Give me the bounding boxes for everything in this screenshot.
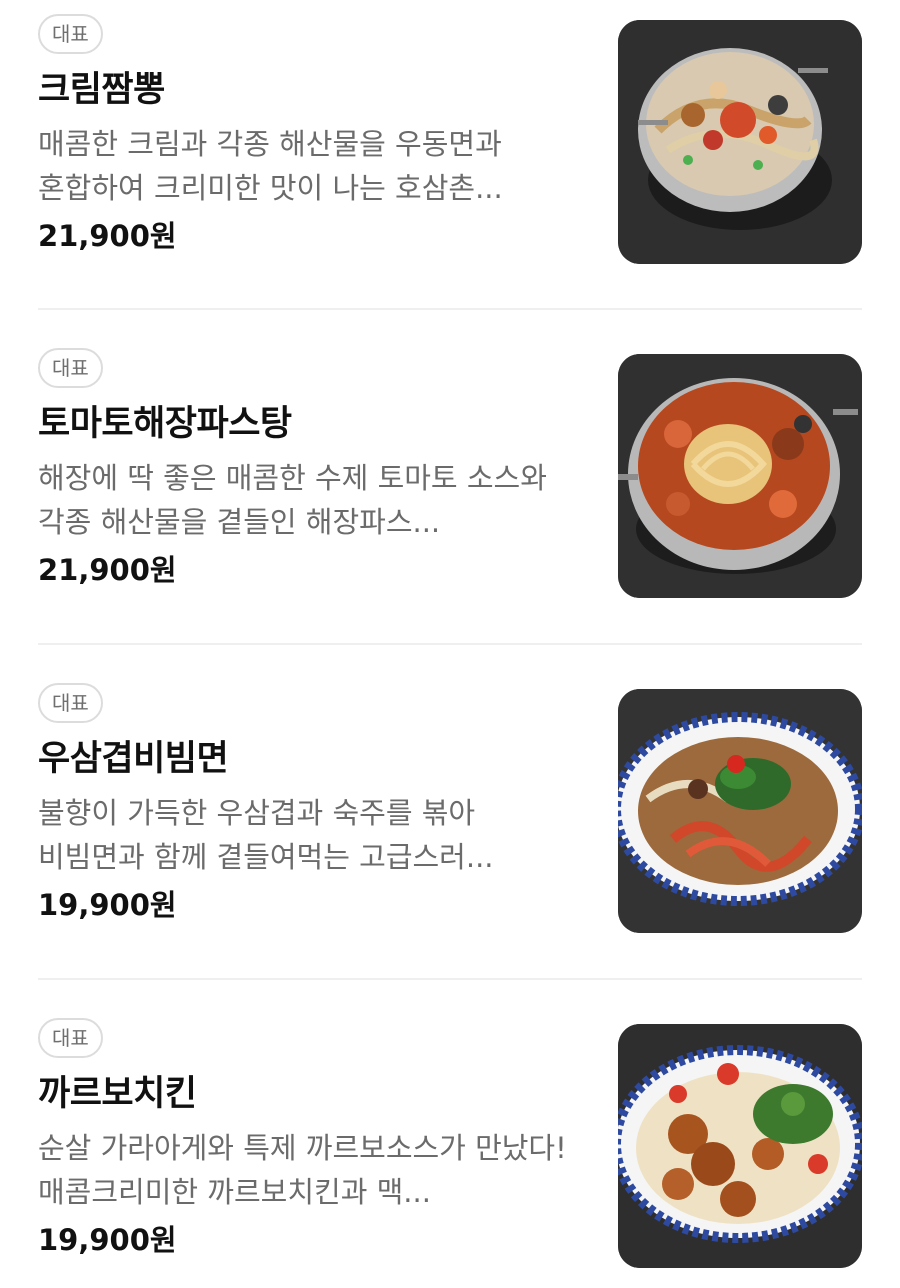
menu-item-price: 21,900원 bbox=[38, 553, 177, 587]
menu-item-price: 19,900원 bbox=[38, 888, 177, 922]
menu-item-text: 대표 크림짬뽕 매콤한 크림과 각종 해산물을 우동면과 혼합하여 크리미한 맛… bbox=[38, 14, 583, 258]
menu-item-text: 대표 토마토해장파스탕 해장에 딱 좋은 매콤한 수제 토마토 소스와 각종 해… bbox=[38, 348, 583, 592]
menu-item-text: 대표 까르보치킨 순살 가라아게와 특제 까르보소스가 만났다! 매콤크리미한 … bbox=[38, 1018, 583, 1262]
menu-item[interactable]: 대표 까르보치킨 순살 가라아게와 특제 까르보소스가 만났다! 매콤크리미한 … bbox=[38, 980, 862, 1288]
menu-item-name: 우삼겹비빔면 bbox=[38, 739, 229, 779]
menu-item[interactable]: 대표 토마토해장파스탕 해장에 딱 좋은 매콤한 수제 토마토 소스와 각종 해… bbox=[38, 310, 862, 645]
menu-item-description: 불향이 가득한 우삼겹과 숙주를 볶아 비빔면과 함께 곁들여먹는 고급스러..… bbox=[38, 796, 494, 874]
menu-item-description: 해장에 딱 좋은 매콤한 수제 토마토 소스와 각종 해산물을 곁들인 해장파스… bbox=[38, 461, 547, 539]
menu-list: 대표 크림짬뽕 매콤한 크림과 각종 해산물을 우동면과 혼합하여 크리미한 맛… bbox=[0, 0, 900, 1288]
menu-item-price: 19,900원 bbox=[38, 1223, 177, 1257]
menu-item-name: 토마토해장파스탕 bbox=[38, 404, 292, 444]
signature-badge: 대표 bbox=[38, 1018, 103, 1058]
beef-bibim-noodle-photo bbox=[618, 689, 862, 933]
menu-item-description: 순살 가라아게와 특제 까르보소스가 만났다! 매콤크리미한 까르보치킨과 맥.… bbox=[38, 1131, 567, 1209]
menu-item[interactable]: 대표 우삼겹비빔면 불향이 가득한 우삼겹과 숙주를 볶아 비빔면과 함께 곁들… bbox=[38, 645, 862, 980]
cream-jjamppong-photo bbox=[618, 20, 862, 264]
signature-badge: 대표 bbox=[38, 14, 103, 54]
menu-item-text: 대표 우삼겹비빔면 불향이 가득한 우삼겹과 숙주를 볶아 비빔면과 함께 곁들… bbox=[38, 683, 583, 927]
menu-item-name: 까르보치킨 bbox=[38, 1074, 197, 1114]
menu-item-description: 매콤한 크림과 각종 해산물을 우동면과 혼합하여 크리미한 맛이 나는 호삼촌… bbox=[38, 127, 503, 205]
menu-item[interactable]: 대표 크림짬뽕 매콤한 크림과 각종 해산물을 우동면과 혼합하여 크리미한 맛… bbox=[38, 0, 862, 310]
tomato-pasta-stew-photo bbox=[618, 354, 862, 598]
menu-item-photo[interactable] bbox=[618, 689, 862, 933]
menu-item-photo[interactable] bbox=[618, 354, 862, 598]
menu-item-name: 크림짬뽕 bbox=[38, 70, 165, 110]
signature-badge: 대표 bbox=[38, 348, 103, 388]
carbo-chicken-photo bbox=[618, 1024, 862, 1268]
signature-badge: 대표 bbox=[38, 683, 103, 723]
menu-item-price: 21,900원 bbox=[38, 219, 177, 253]
menu-item-photo[interactable] bbox=[618, 1024, 862, 1268]
menu-item-photo[interactable] bbox=[618, 20, 862, 264]
